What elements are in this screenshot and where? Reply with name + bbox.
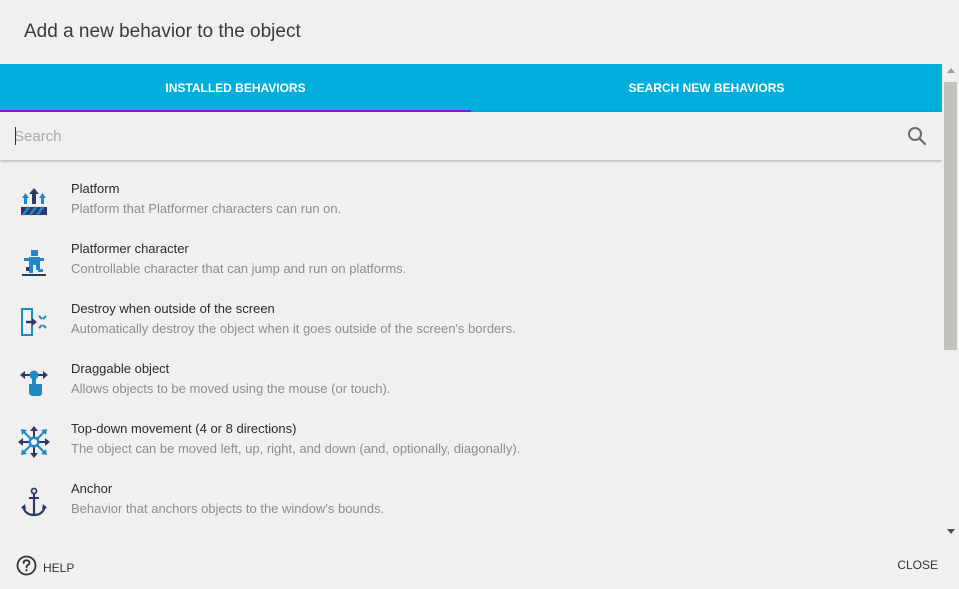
tab-search-new-behaviors[interactable]: SEARCH NEW BEHAVIORS	[471, 64, 942, 112]
destroy-outside-icon	[18, 306, 50, 338]
behavior-description: Platform that Platformer characters can …	[71, 201, 342, 216]
list-item-platform[interactable]: Platform Platform that Platformer charac…	[0, 168, 942, 228]
behavior-description: Behavior that anchors objects to the win…	[71, 501, 385, 516]
search-icon[interactable]	[906, 125, 928, 147]
behavior-name: Top-down movement (4 or 8 directions)	[71, 421, 297, 436]
help-label: HELP	[43, 561, 75, 575]
behavior-name: Platformer character	[71, 241, 189, 256]
scrollbar-thumb[interactable]	[944, 82, 957, 350]
help-button[interactable]: HELP	[16, 555, 74, 581]
list-item-platformer-character[interactable]: Platformer character Controllable charac…	[0, 228, 942, 288]
search-bar	[0, 112, 942, 160]
behavior-name: Draggable object	[71, 361, 170, 376]
top-down-movement-icon	[18, 426, 50, 458]
list-item-top-down-movement[interactable]: Top-down movement (4 or 8 directions) Th…	[0, 408, 942, 468]
help-circle-icon	[16, 555, 37, 581]
add-behavior-dialog: Add a new behavior to the object INSTALL…	[0, 0, 959, 589]
platform-icon	[18, 186, 50, 218]
draggable-icon	[18, 366, 50, 398]
behavior-name: Anchor	[71, 481, 113, 496]
behavior-description: Allows objects to be moved using the mou…	[71, 381, 391, 396]
scroll-up-arrow-icon[interactable]	[947, 68, 955, 73]
scroll-down-arrow-icon[interactable]	[947, 529, 955, 534]
tab-bar: INSTALLED BEHAVIORS SEARCH NEW BEHAVIORS	[0, 64, 942, 112]
behavior-name: Destroy when outside of the screen	[71, 301, 275, 316]
behavior-description: The object can be moved left, up, right,…	[71, 441, 521, 456]
list-item-draggable-object[interactable]: Draggable object Allows objects to be mo…	[0, 348, 942, 408]
list-item-anchor[interactable]: Anchor Behavior that anchors objects to …	[0, 468, 942, 528]
behavior-list: Platform Platform that Platformer charac…	[0, 168, 942, 540]
text-caret	[15, 127, 16, 145]
behavior-description: Controllable character that can jump and…	[71, 261, 407, 276]
search-input[interactable]	[0, 112, 906, 160]
anchor-icon	[18, 486, 50, 518]
behavior-name: Platform	[71, 181, 120, 196]
platformer-character-icon	[18, 246, 50, 278]
dialog-title: Add a new behavior to the object	[24, 21, 301, 42]
behavior-description: Automatically destroy the object when it…	[71, 321, 516, 336]
list-item-destroy-outside-screen[interactable]: Destroy when outside of the screen Autom…	[0, 288, 942, 348]
tab-installed-behaviors[interactable]: INSTALLED BEHAVIORS	[0, 64, 471, 112]
close-button[interactable]: CLOSE	[897, 558, 938, 572]
